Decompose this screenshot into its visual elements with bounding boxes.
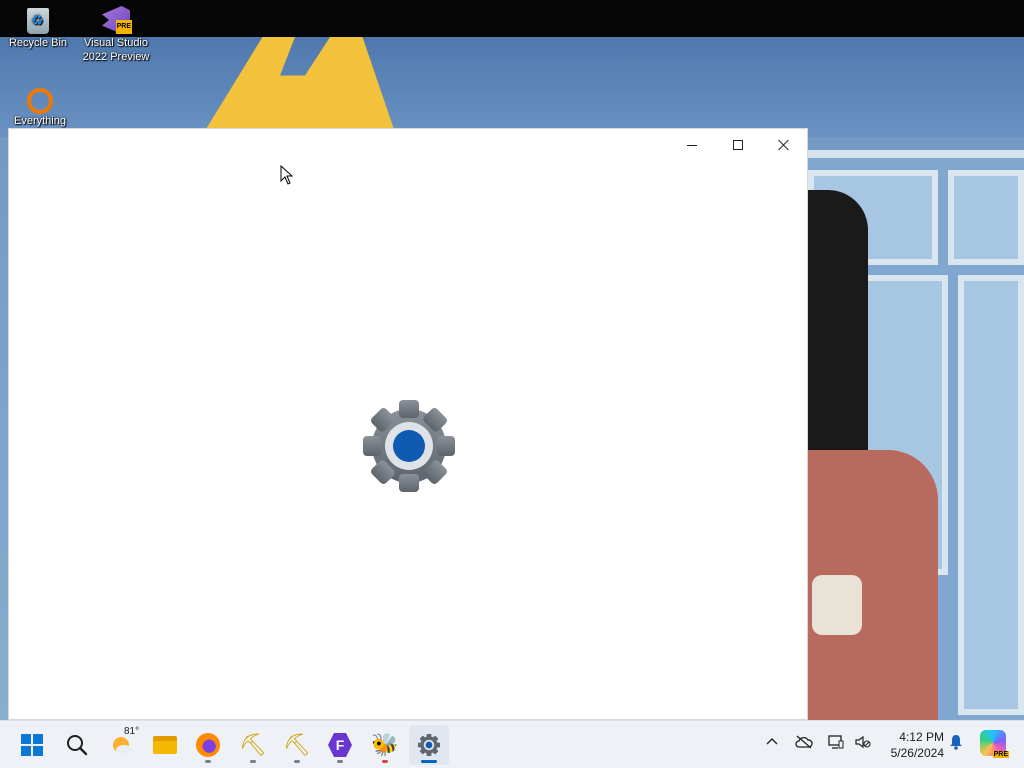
taskbar-firefox[interactable] bbox=[188, 725, 228, 765]
mouse-cursor-icon bbox=[280, 165, 294, 185]
chevron-up-icon bbox=[766, 738, 778, 745]
taskbar-app-purple[interactable]: F bbox=[320, 725, 360, 765]
visual-studio-icon: PRE bbox=[102, 6, 132, 34]
search-button[interactable] bbox=[57, 725, 97, 765]
minimize-icon bbox=[687, 144, 697, 146]
minimize-button[interactable] bbox=[669, 129, 715, 161]
settings-window bbox=[8, 128, 808, 720]
taskbar-tool-1[interactable]: ⛏ bbox=[233, 725, 273, 765]
desktop-icon-recycle-bin[interactable]: Recycle Bin bbox=[0, 6, 76, 50]
tray-volume[interactable] bbox=[855, 735, 871, 752]
weather-widget-button[interactable]: 81° bbox=[102, 725, 142, 765]
weather-temperature: 81° bbox=[124, 726, 140, 737]
network-monitor-icon bbox=[828, 735, 844, 749]
hexagon-f-app-icon: F bbox=[328, 733, 352, 757]
desktop-icon-label: Everything bbox=[14, 115, 66, 127]
preview-badge: PRE bbox=[115, 20, 132, 34]
taskbar-settings[interactable] bbox=[409, 725, 449, 765]
window-controls bbox=[669, 129, 807, 161]
taskbar-tool-2[interactable]: ⛏ bbox=[277, 725, 317, 765]
desktop-icon-label: Recycle Bin bbox=[8, 37, 68, 49]
maximize-button[interactable] bbox=[715, 129, 761, 161]
everything-search-icon bbox=[27, 88, 53, 114]
taskbar-bee-app[interactable]: 🐝 bbox=[365, 725, 405, 765]
firefox-icon bbox=[196, 733, 220, 757]
clock-time: 4:12 PM bbox=[899, 730, 944, 744]
tray-cloud-sync[interactable] bbox=[795, 735, 813, 752]
desktop-icon-visual-studio[interactable]: PRE Visual Studio 2022 Preview bbox=[78, 6, 154, 64]
search-icon bbox=[67, 735, 88, 756]
desktop-icon-label: Visual Studio 2022 Preview bbox=[82, 37, 150, 63]
bee-icon: 🐝 bbox=[371, 732, 399, 757]
folder-icon bbox=[153, 736, 177, 754]
taskbar: 81° ⛏ ⛏ F 🐝 4:12 PM 5/26/2024 PRE bbox=[0, 720, 1024, 768]
preview-badge: PRE bbox=[992, 751, 1009, 758]
tray-network[interactable] bbox=[828, 735, 844, 752]
show-hidden-icons-button[interactable] bbox=[766, 735, 778, 751]
clock-date: 5/26/2024 bbox=[890, 746, 944, 760]
close-icon bbox=[778, 139, 790, 151]
close-button[interactable] bbox=[761, 129, 807, 161]
cloud-off-icon bbox=[795, 735, 813, 749]
wallpaper-character-glove bbox=[812, 575, 862, 635]
start-button[interactable] bbox=[12, 725, 52, 765]
settings-gear-icon bbox=[417, 733, 441, 757]
windows-start-icon bbox=[21, 734, 43, 756]
notification-bell-icon[interactable] bbox=[949, 734, 963, 750]
maximize-icon bbox=[733, 140, 743, 150]
pickaxe-tool-icon: ⛏ bbox=[239, 732, 267, 757]
taskbar-file-explorer[interactable] bbox=[145, 725, 185, 765]
speaker-muted-icon bbox=[855, 735, 871, 749]
taskbar-clock[interactable]: 4:12 PM 5/26/2024 bbox=[882, 729, 944, 761]
pickaxe-tool-icon: ⛏ bbox=[283, 732, 311, 757]
settings-gear-icon bbox=[363, 400, 455, 492]
copilot-button[interactable]: PRE bbox=[980, 730, 1009, 758]
recycle-bin-icon bbox=[27, 8, 49, 34]
desktop-icon-everything[interactable]: Everything bbox=[2, 88, 78, 128]
